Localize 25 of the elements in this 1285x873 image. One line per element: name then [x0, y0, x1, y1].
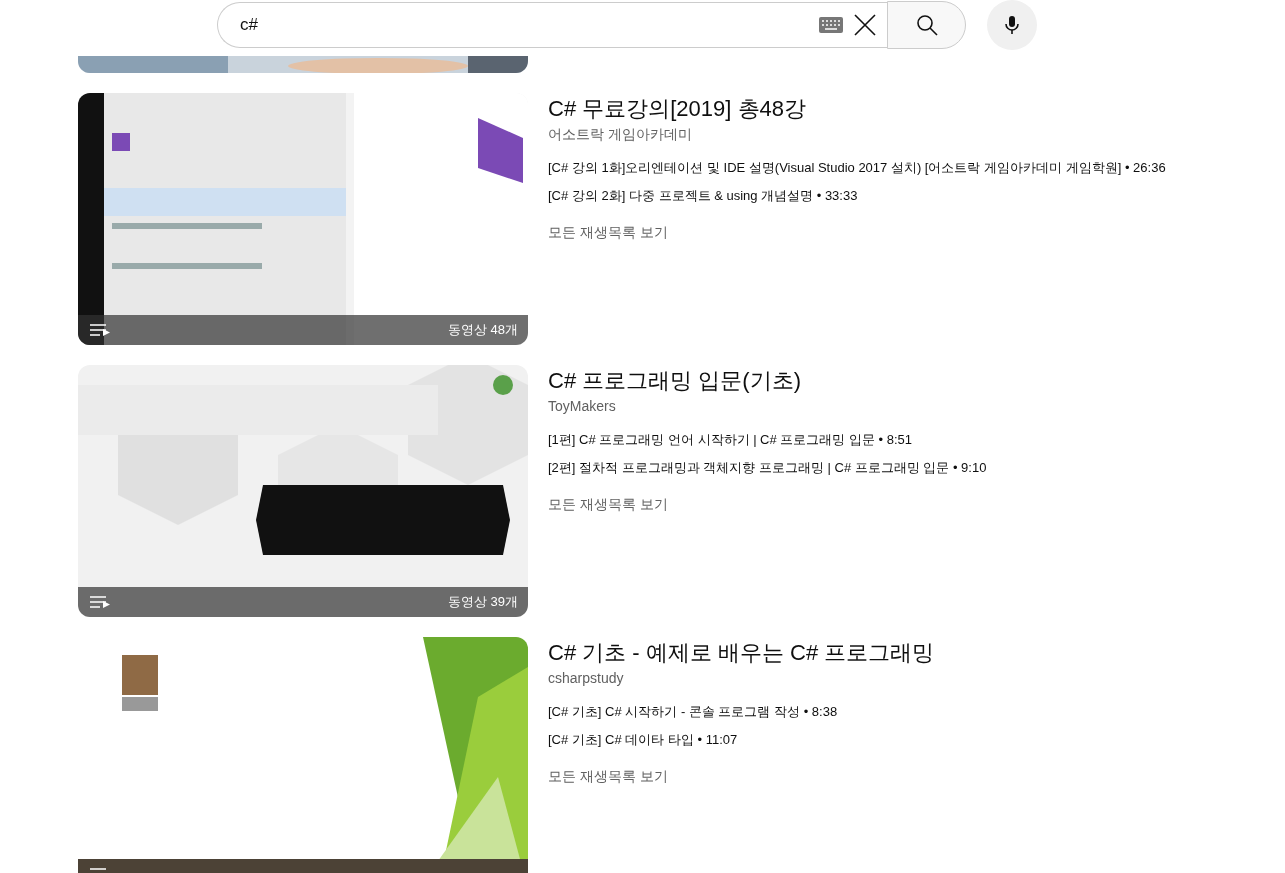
close-icon[interactable] — [853, 13, 877, 37]
video-link[interactable]: [C# 강의 1화]오리엔테이션 및 IDE 설명(Visual Studio 2017 설치) [어소트락 게임아카데미 게임학원] • 26:36 — [548, 158, 1166, 178]
playlist-title[interactable]: C# 기초 - 예제로 배우는 C# 프로그래밍 — [548, 639, 935, 667]
view-playlist-link[interactable]: 모든 재생목록 보기 — [548, 222, 668, 242]
search-button[interactable] — [887, 1, 966, 49]
keyboard-icon[interactable] — [819, 17, 843, 33]
channel-name[interactable]: csharpstudy — [548, 668, 624, 688]
video-count: 동영상 48개 — [447, 321, 518, 339]
playlist-icon — [90, 595, 112, 609]
channel-name[interactable]: ToyMakers — [548, 396, 616, 416]
channel-name[interactable]: 어소트락 게임아카데미 — [548, 124, 692, 144]
video-link[interactable]: [1편] C# 프로그래밍 언어 시작하기 | C# 프로그래밍 입문 • 8:51 — [548, 430, 987, 450]
microphone-button[interactable] — [987, 0, 1037, 50]
video-link[interactable]: [2편] 절차적 프로그래밍과 객체지향 프로그래밍 | C# 프로그래밍 입문 • 9:10 — [548, 458, 987, 478]
view-playlist-link[interactable]: 모든 재생목록 보기 — [548, 494, 668, 514]
video-link[interactable]: [C# 기초] C# 시작하기 - 콘솔 프로그램 작성 • 8:38 — [548, 702, 838, 722]
video-link[interactable]: [C# 강의 2화] 다중 프로젝트 & using 개념설명 • 33:33 — [548, 186, 1166, 206]
search-input[interactable]: c# — [238, 14, 809, 36]
video-count: 동영상 39개 — [447, 593, 518, 611]
view-playlist-link[interactable]: 모든 재생목록 보기 — [548, 766, 668, 786]
playlist-title[interactable]: C# 프로그래밍 입문(기초) — [548, 367, 801, 395]
playlist-icon — [90, 323, 112, 337]
video-link[interactable]: [C# 기초] C# 데이타 타입 • 11:07 — [548, 730, 838, 750]
playlist-title[interactable]: C# 무료강의[2019] 총48강 — [548, 95, 806, 123]
search-icon — [914, 13, 939, 37]
